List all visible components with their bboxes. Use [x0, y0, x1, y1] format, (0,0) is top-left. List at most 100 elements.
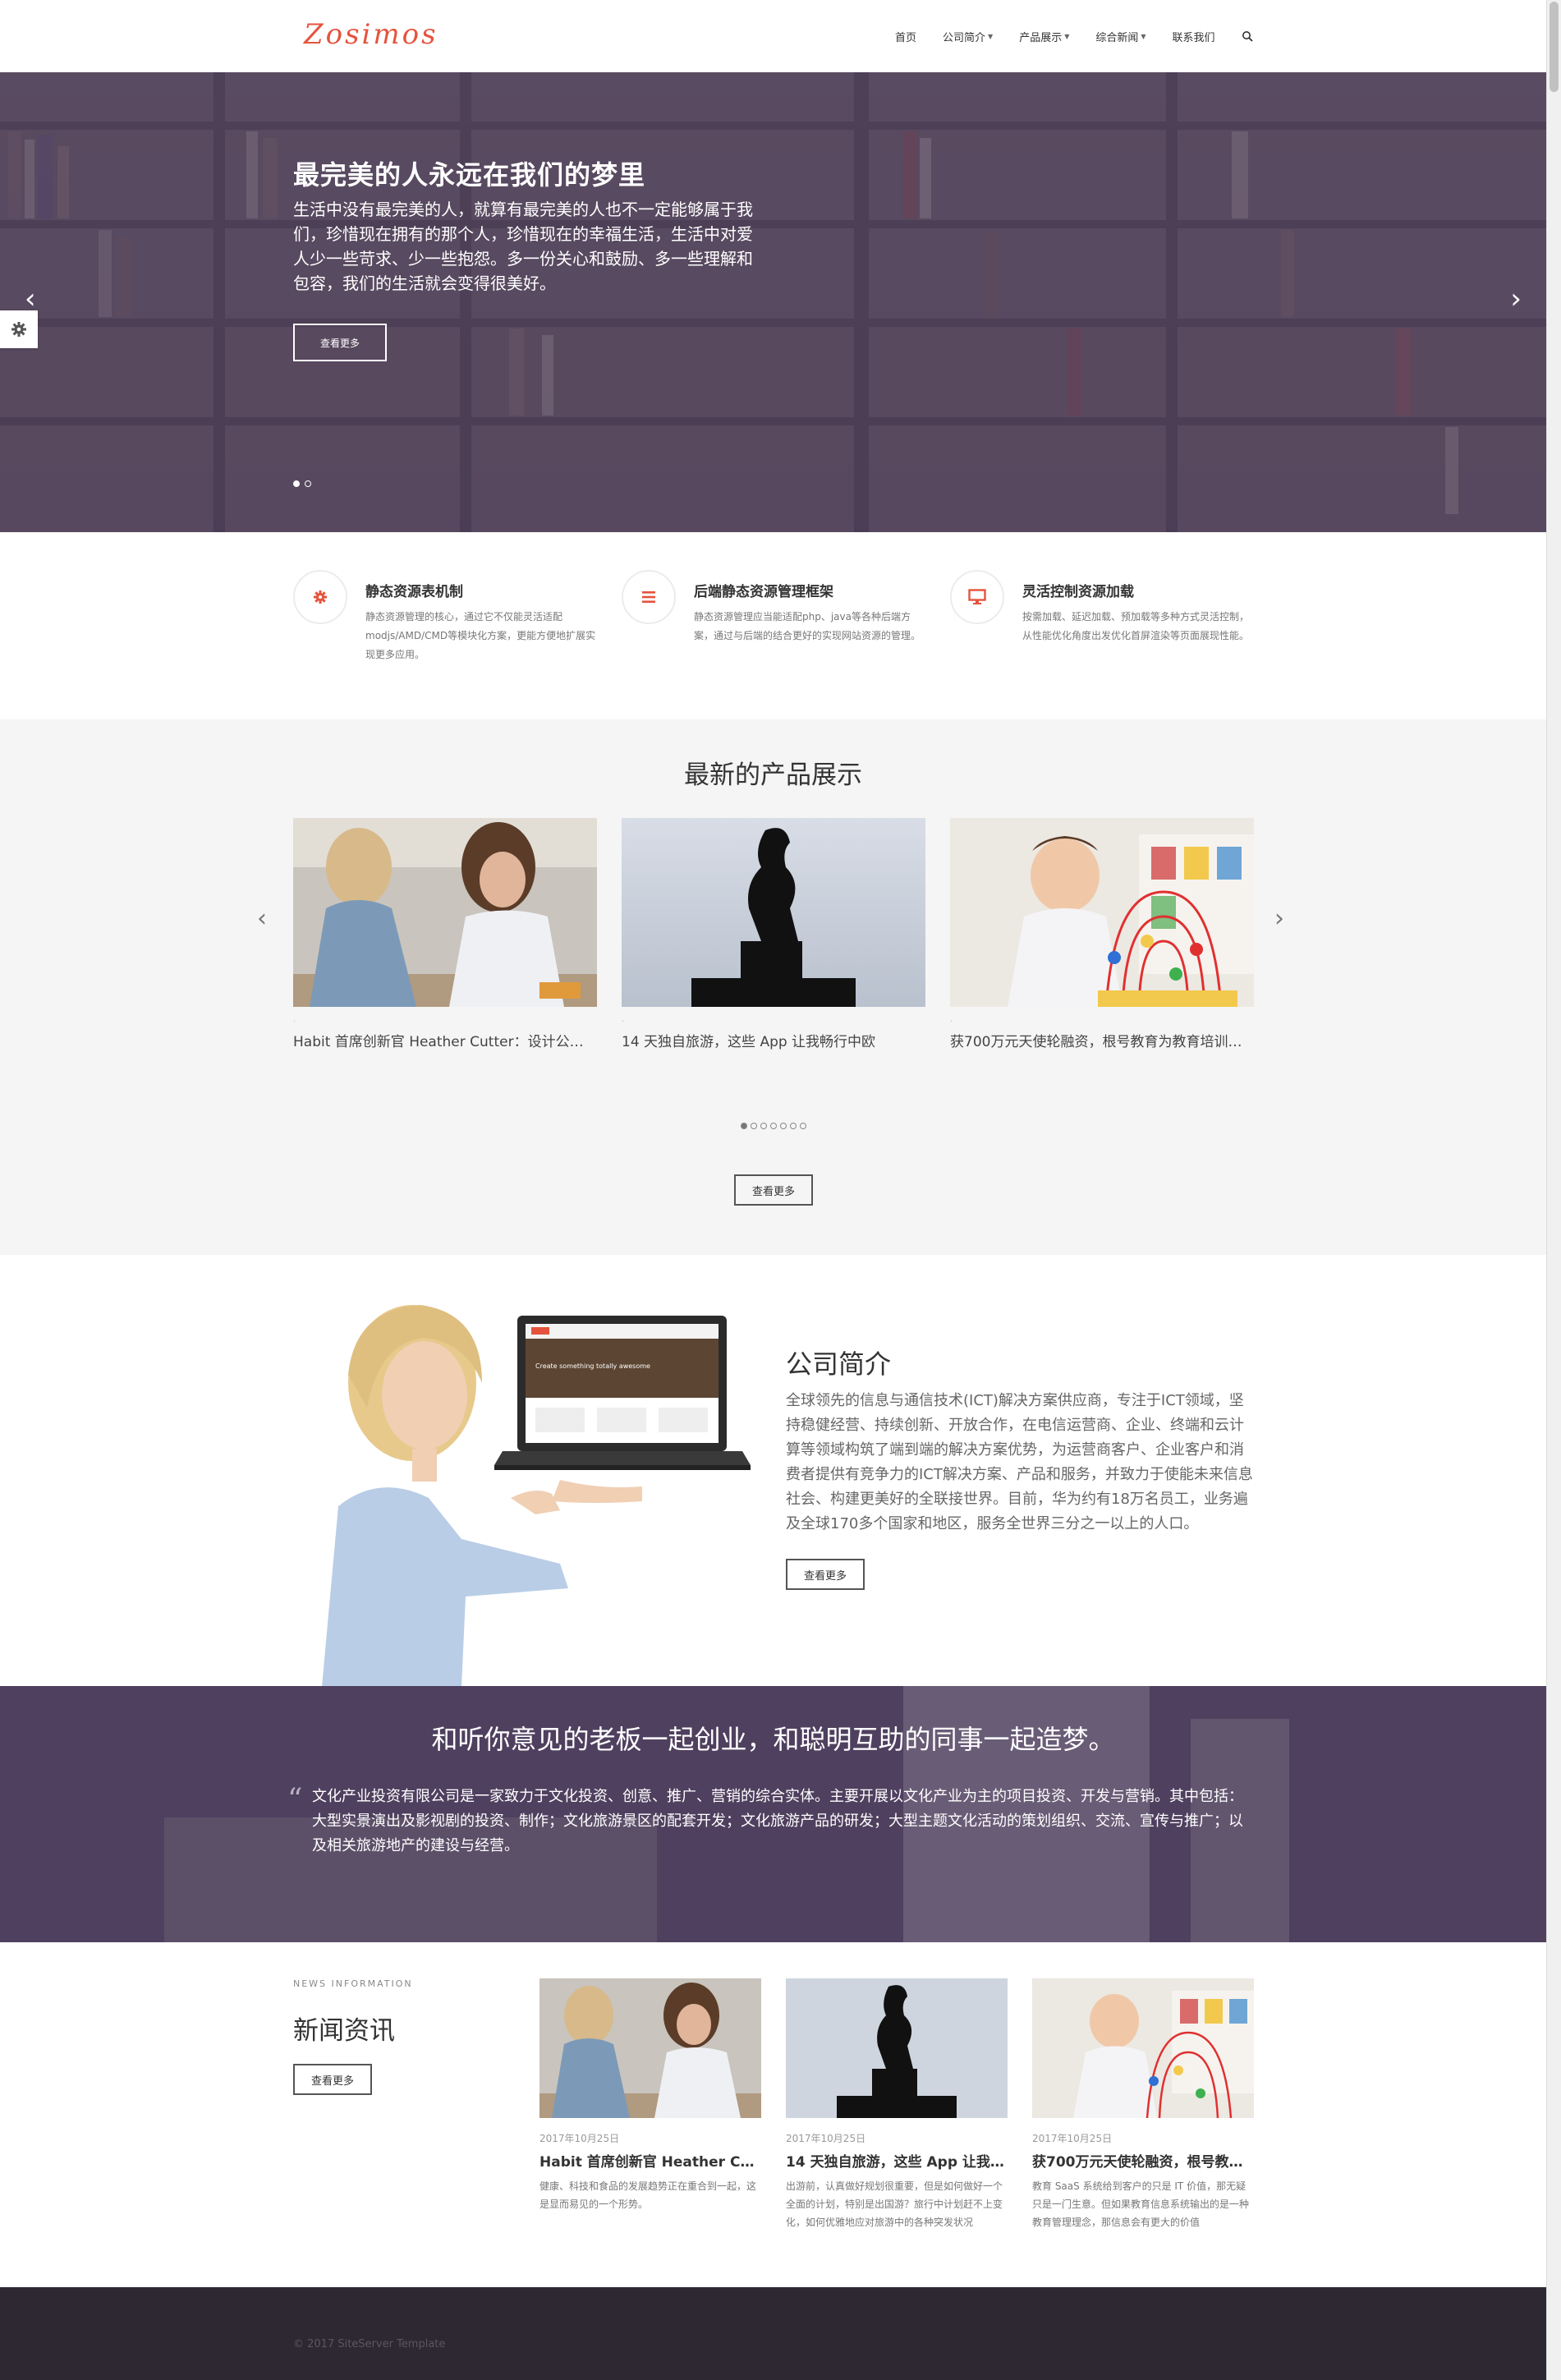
- chevron-down-icon: ▼: [988, 32, 994, 40]
- pager-dot[interactable]: [789, 1123, 797, 1129]
- hero-more-button[interactable]: 查看更多: [293, 324, 387, 361]
- hero-pagination: [293, 480, 311, 487]
- feature-icon-wrap: [622, 570, 676, 624]
- nav-item-about[interactable]: 公司简介 ▼: [943, 29, 993, 44]
- news-image-women[interactable]: [539, 1978, 761, 2118]
- pager-dot[interactable]: [740, 1123, 747, 1129]
- news-image-sculpture[interactable]: [786, 1978, 1008, 2118]
- news-headline[interactable]: 获700万元天使轮融资，根号教育为教育培训机构提供服务: [1032, 2150, 1254, 2171]
- news-card[interactable]: 2017年10月25日 Habit 首席创新官 Heather Cutter：设…: [539, 1978, 761, 2213]
- product-card[interactable]: · Habit 首席创新官 Heather Cutter：设计公司的未来发展: [293, 818, 597, 1050]
- products-prev-arrow-icon[interactable]: ‹: [257, 904, 267, 933]
- about-text: 全球领先的信息与通信技术(ICT)解决方案供应商，专注于ICT领域，坚持稳健经营…: [786, 1392, 1253, 1532]
- feature-text: 静态资源管理的核心，通过它不仅能灵活适配modjs/AMD/CMD等模块化方案，…: [365, 611, 596, 660]
- pager-dot[interactable]: [760, 1123, 767, 1129]
- main-nav: 首页 公司简介 ▼ 产品展示 ▼ 综合新闻 ▼ 联系我们: [895, 0, 1253, 72]
- product-image-women[interactable]: [293, 818, 597, 1007]
- hero-next-arrow-icon[interactable]: ›: [1510, 283, 1522, 315]
- product-image-sculpture[interactable]: [622, 818, 925, 1007]
- product-card[interactable]: · 获700万元天使轮融资，根号教育为教育培训机构提供服务: [950, 818, 1254, 1050]
- products-next-arrow-icon[interactable]: ›: [1274, 904, 1284, 933]
- nav-label: 公司简介: [943, 31, 986, 44]
- search-icon: [1242, 31, 1253, 42]
- news-headline[interactable]: 14 天独自旅游，这些 App 让我畅行中欧: [786, 2150, 1008, 2171]
- product-image-baby[interactable]: [950, 818, 1254, 1007]
- quote-band: 和听你意见的老板一起创业，和聪明互助的同事一起造梦。 “ 文化产业投资有限公司是…: [0, 1686, 1546, 1942]
- nav-label: 联系我们: [1172, 31, 1215, 44]
- feature-icon-wrap: [293, 570, 347, 624]
- news-date: 2017年10月25日: [786, 2133, 866, 2144]
- laptop-screen-text: Create something totally awesome: [535, 1362, 650, 1370]
- gear-icon: [314, 590, 327, 604]
- news-image-baby[interactable]: [1032, 1978, 1254, 2118]
- scrollbar-thumb[interactable]: [1550, 2, 1559, 92]
- menu-icon: [642, 591, 655, 603]
- chevron-down-icon: ▼: [1141, 32, 1146, 40]
- features-section: 静态资源表机制 静态资源管理的核心，通过它不仅能灵活适配modjs/AMD/CM…: [0, 532, 1546, 719]
- hero-dot[interactable]: [305, 480, 311, 487]
- monitor-icon: [968, 589, 986, 604]
- hero-overlay: [0, 72, 1546, 532]
- nav-label: 产品展示: [1019, 31, 1063, 44]
- nav-item-contact[interactable]: 联系我们: [1173, 29, 1215, 44]
- site-header: Zosimos 首页 公司简介 ▼ 产品展示 ▼ 综合新闻 ▼ 联系我们: [0, 0, 1546, 72]
- product-bullet: ·: [293, 1018, 296, 1027]
- product-caption[interactable]: 获700万元天使轮融资，根号教育为教育培训机构提供服务: [950, 1030, 1254, 1050]
- about-more-button[interactable]: 查看更多: [786, 1559, 865, 1590]
- news-date: 2017年10月25日: [1032, 2133, 1113, 2144]
- chevron-down-icon: ▼: [1064, 32, 1070, 40]
- news-headline[interactable]: Habit 首席创新官 Heather Cutter：设计公司的未来: [539, 2150, 761, 2171]
- feature-text: 静态资源管理应当能适配php、java等各种后端方案，通过与后端的结合更好的实现…: [694, 611, 921, 641]
- quote-title: 和听你意见的老板一起创业，和聪明互助的同事一起造梦。: [431, 1724, 1115, 1755]
- news-card[interactable]: 2017年10月25日 获700万元天使轮融资，根号教育为教育培训机构提供服务 …: [1032, 1978, 1254, 2231]
- news-kicker: NEWS INFORMATION: [293, 1978, 413, 1989]
- hero-text: 生活中没有最完美的人，就算有最完美的人也不一定能够属于我们，珍惜现在拥有的那个人…: [293, 200, 753, 293]
- search-button[interactable]: [1242, 30, 1253, 42]
- product-bullet: ·: [950, 1018, 953, 1027]
- products-more-button[interactable]: 查看更多: [734, 1174, 813, 1206]
- news-title: 新闻资讯: [293, 2016, 395, 2046]
- pager-dot[interactable]: [779, 1123, 787, 1129]
- news-date: 2017年10月25日: [539, 2133, 620, 2144]
- products-section: 最新的产品展示 ‹ › · Habit 首席创新官 Heather Cutter…: [0, 719, 1546, 1255]
- page: Zosimos 首页 公司简介 ▼ 产品展示 ▼ 综合新闻 ▼ 联系我们 最完美…: [0, 0, 1546, 2380]
- product-caption[interactable]: 14 天独自旅游，这些 App 让我畅行中欧: [622, 1030, 925, 1050]
- product-bullet: ·: [622, 1018, 625, 1027]
- about-title: 公司简介: [786, 1349, 892, 1380]
- news-more-button[interactable]: 查看更多: [293, 2064, 372, 2095]
- feature-icon-wrap: [950, 570, 1004, 624]
- page-scrollbar[interactable]: [1546, 0, 1561, 2380]
- footer-copyright: © 2017 SiteServer Template: [293, 2338, 446, 2350]
- feature-title: 静态资源表机制: [365, 584, 463, 600]
- pager-dot[interactable]: [799, 1123, 806, 1129]
- nav-item-home[interactable]: 首页: [895, 29, 916, 44]
- pager-dot[interactable]: [750, 1123, 757, 1129]
- feature-title: 灵活控制资源加载: [1022, 584, 1134, 600]
- products-pagination: [0, 1123, 1546, 1129]
- news-summary: 教育 SaaS 系统给到客户的只是 IT 价值，那无疑只是一门生意。但如果教育信…: [1032, 2180, 1250, 2228]
- news-summary: 健康、科技和食品的发展趋势正在重合到一起，这是显而易见的一个形势。: [539, 2180, 757, 2210]
- product-caption[interactable]: Habit 首席创新官 Heather Cutter：设计公司的未来发展: [293, 1030, 597, 1050]
- about-section: Create something totally awesome 公司简介 全球…: [0, 1255, 1546, 1686]
- settings-toggle[interactable]: [0, 310, 38, 348]
- quote-mark-icon: “: [287, 1783, 303, 1817]
- pager-dot[interactable]: [769, 1123, 777, 1129]
- products-title: 最新的产品展示: [684, 760, 862, 790]
- quote-text: 文化产业投资有限公司是一家致力于文化投资、创意、推广、营销的综合实体。主要开展以…: [312, 1788, 1243, 1854]
- news-section: NEWS INFORMATION 新闻资讯 查看更多 2017年10月25日 H…: [0, 1942, 1546, 2287]
- site-footer: © 2017 SiteServer Template: [0, 2287, 1546, 2380]
- hero-dot[interactable]: [293, 480, 300, 487]
- nav-label: 综合新闻: [1095, 31, 1139, 44]
- product-card[interactable]: · 14 天独自旅游，这些 App 让我畅行中欧: [622, 818, 925, 1050]
- woman-with-laptop-image: Create something totally awesome: [322, 1305, 751, 1686]
- nav-label: 首页: [895, 31, 917, 44]
- news-card[interactable]: 2017年10月25日 14 天独自旅游，这些 App 让我畅行中欧 出游前，认…: [786, 1978, 1008, 2231]
- gear-icon: [11, 322, 26, 337]
- hero-slider: 最完美的人永远在我们的梦里 生活中没有最完美的人，就算有最完美的人也不一定能够属…: [0, 72, 1546, 532]
- feature-title: 后端静态资源管理框架: [694, 584, 833, 600]
- feature-text: 按需加载、延迟加载、预加载等多种方式灵活控制，从性能优化角度出发优化首屏渲染等页…: [1022, 611, 1250, 641]
- nav-item-news[interactable]: 综合新闻 ▼: [1095, 29, 1145, 44]
- hero-title: 最完美的人永远在我们的梦里: [293, 159, 646, 191]
- site-logo[interactable]: Zosimos: [304, 18, 438, 51]
- nav-item-products[interactable]: 产品展示 ▼: [1019, 29, 1069, 44]
